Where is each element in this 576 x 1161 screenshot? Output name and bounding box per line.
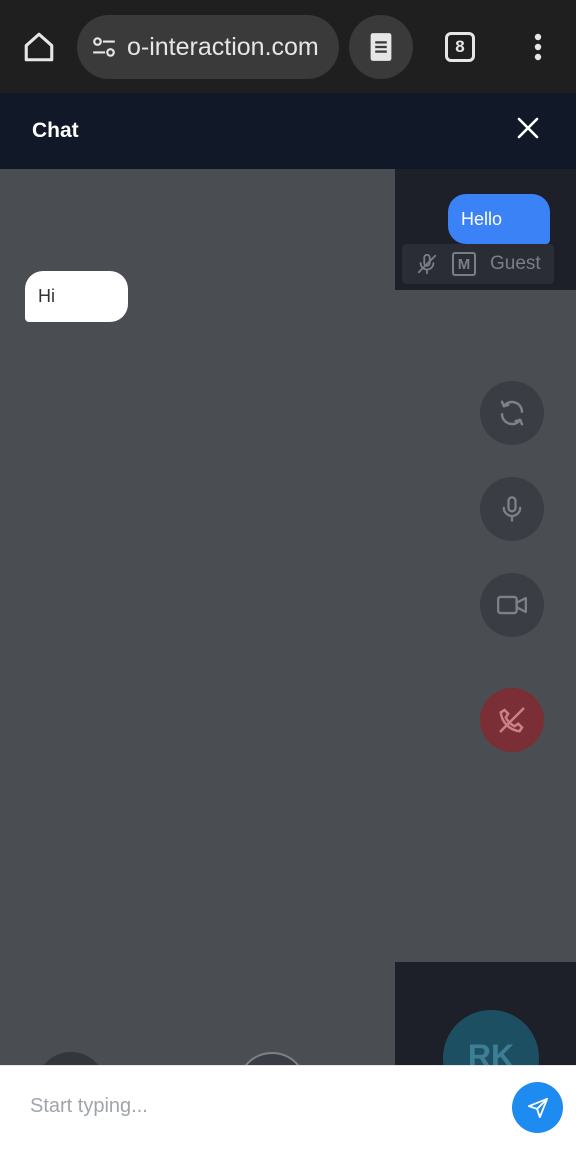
switch-camera-button[interactable] <box>480 381 544 445</box>
microphone-icon <box>502 496 522 522</box>
chat-header: Chat <box>0 93 576 169</box>
avatar: RK <box>443 1010 539 1065</box>
message-composer <box>0 1065 576 1161</box>
reader-mode-button[interactable] <box>349 15 413 79</box>
home-icon <box>24 32 54 62</box>
send-icon <box>527 1097 548 1118</box>
tab-switcher-button[interactable]: 8 <box>440 27 480 67</box>
video-camera-icon <box>497 595 527 615</box>
refresh-icon <box>500 400 524 426</box>
home-button[interactable] <box>18 26 60 68</box>
end-call-icon <box>499 707 525 733</box>
close-icon <box>517 117 539 139</box>
more-vertical-icon <box>534 33 542 61</box>
camera-button[interactable] <box>480 573 544 637</box>
participant-name: Guest <box>490 253 541 274</box>
message-input[interactable] <box>16 1084 496 1128</box>
chat-title: Chat <box>32 119 79 142</box>
moderator-badge: M <box>452 252 476 276</box>
tune-icon <box>93 37 115 57</box>
remote-video-tile: RK <box>395 962 576 1065</box>
tab-count: 8 <box>445 32 475 62</box>
site-settings-button[interactable] <box>77 15 131 79</box>
url-text: o-interaction.com <box>127 32 319 61</box>
local-participant-bar: M Guest <box>402 244 554 284</box>
end-call-button[interactable] <box>480 688 544 752</box>
browser-menu-button[interactable] <box>518 27 558 67</box>
message-bubble-sent: Hello <box>448 194 550 244</box>
microphone-button[interactable] <box>480 477 544 541</box>
address-bar[interactable]: o-interaction.com <box>77 15 339 79</box>
document-icon <box>370 33 392 61</box>
close-chat-button[interactable] <box>510 110 546 146</box>
mic-off-icon <box>417 253 437 275</box>
send-button[interactable] <box>512 1082 563 1133</box>
message-bubble-received: Hi <box>25 271 128 322</box>
browser-toolbar: o-interaction.com 8 <box>0 0 576 93</box>
